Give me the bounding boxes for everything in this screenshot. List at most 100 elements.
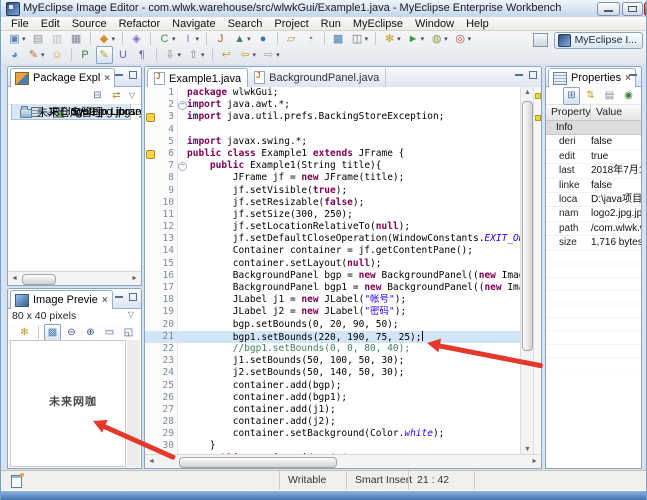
menu-item-myeclipse[interactable]: MyEclipse: [347, 18, 409, 30]
menu-item-edit[interactable]: Edit: [35, 18, 66, 30]
code-line[interactable]: 26 container.add(bgp1);: [145, 392, 541, 404]
search-key-icon[interactable]: P: [77, 46, 94, 64]
code-editor[interactable]: 1package wlwkGui;2−import java.awt.*;3im…: [145, 87, 541, 455]
code-line[interactable]: 28 container.add(j2);: [145, 416, 541, 428]
code-line[interactable]: 15 container.setLayout(null);: [145, 258, 541, 270]
run-coverage-icon[interactable]: ◍▾: [428, 30, 450, 48]
warning-mark[interactable]: [535, 115, 541, 121]
show-advanced-properties-icon[interactable]: ⇅: [582, 87, 599, 105]
next-annotation-icon[interactable]: ⇩▾: [162, 46, 184, 64]
view-menu-icon[interactable]: ▽: [128, 310, 134, 324]
dropdown-caret-icon[interactable]: ▾: [22, 35, 26, 43]
open-perspective-icon[interactable]: [533, 33, 548, 47]
app-server-icon[interactable]: ▲▾: [231, 30, 253, 48]
open-type-icon[interactable]: ◈: [128, 30, 145, 48]
dropdown-caret-icon[interactable]: ▾: [172, 35, 176, 43]
dropdown-caret-icon[interactable]: ▾: [365, 35, 369, 43]
menu-item-search[interactable]: Search: [222, 18, 269, 30]
dropdown-caret-icon[interactable]: ▾: [253, 51, 257, 59]
minimize-button[interactable]: [597, 2, 620, 16]
new-java-project-icon[interactable]: ◆▾: [96, 30, 118, 48]
new-class-icon[interactable]: C▾: [156, 30, 178, 48]
scroll-left-icon[interactable]: ◄: [148, 458, 155, 465]
dropdown-caret-icon[interactable]: ▾: [421, 35, 425, 43]
property-category-row[interactable]: Info: [546, 121, 641, 135]
code-line[interactable]: 7− public Example1(String title){: [145, 160, 541, 172]
maximize-panel-button[interactable]: [527, 70, 539, 81]
fit-to-window-icon[interactable]: ◱: [120, 324, 137, 342]
property-row[interactable]: size1,716 bytes: [546, 236, 641, 250]
annotation-icon[interactable]: ☺: [49, 46, 66, 64]
code-line[interactable]: 19 JLabel j2 = new JLabel("密码");: [145, 306, 541, 318]
package-explorer-hscrollbar[interactable]: ◄ ►: [8, 271, 141, 285]
code-line[interactable]: 27 container.add(j1);: [145, 404, 541, 416]
dropdown-caret-icon[interactable]: ▾: [247, 35, 251, 43]
code-line[interactable]: 30 }: [145, 440, 541, 452]
run-icon[interactable]: ►▾: [405, 30, 427, 48]
minimize-panel-button[interactable]: [627, 70, 639, 81]
maximize-button[interactable]: [622, 2, 643, 16]
menu-item-source[interactable]: Source: [66, 18, 113, 30]
warning-icon[interactable]: [146, 150, 155, 159]
editor-vscrollbar[interactable]: ▲ ▼: [520, 87, 534, 455]
scroll-thumb[interactable]: [522, 101, 533, 351]
web-page-icon[interactable]: ◕: [6, 46, 23, 64]
menu-item-help[interactable]: Help: [460, 18, 495, 30]
minimize-panel-button[interactable]: [113, 70, 125, 81]
code-line[interactable]: 5import javax.swing.*;: [145, 136, 541, 148]
fold-collapse-icon[interactable]: −: [178, 162, 187, 171]
code-line[interactable]: 11 jf.setSize(300, 250);: [145, 209, 541, 221]
scroll-right-icon[interactable]: ►: [131, 275, 138, 282]
warning-icon[interactable]: [146, 113, 155, 122]
menu-item-refactor[interactable]: Refactor: [113, 18, 167, 30]
code-line[interactable]: 29 container.setBackground(Color.white);: [145, 428, 541, 440]
local-history-icon[interactable]: ◔: [302, 30, 319, 48]
dropdown-caret-icon[interactable]: ▾: [41, 51, 45, 59]
fast-view-icon[interactable]: [11, 475, 22, 488]
code-line[interactable]: 13 jf.setDefaultCloseOperation(WindowCon…: [145, 233, 541, 245]
code-line[interactable]: 25 container.add(bgp);: [145, 380, 541, 392]
last-edit-location-icon[interactable]: ↩: [218, 46, 235, 64]
show-whitespace-icon[interactable]: ¶: [134, 46, 151, 64]
dropdown-caret-icon[interactable]: ▾: [468, 35, 472, 43]
editor-hscrollbar[interactable]: ◄ ►: [145, 454, 541, 468]
column-value[interactable]: Value: [591, 105, 622, 120]
code-line[interactable]: 20 bgp.setBounds(0, 20, 90, 50);: [145, 319, 541, 331]
column-property[interactable]: Property: [546, 105, 591, 120]
dropdown-caret-icon[interactable]: ▾: [178, 51, 182, 59]
show-categories-icon[interactable]: ⊞: [563, 87, 580, 105]
code-line[interactable]: 24 j2.setBounds(50, 140, 50, 30);: [145, 367, 541, 379]
minimize-panel-button[interactable]: [113, 292, 125, 303]
screen-capture-icon[interactable]: ◫▾: [349, 30, 371, 48]
restore-default-value-icon[interactable]: ▤: [601, 87, 618, 105]
print-icon[interactable]: ▦: [68, 30, 85, 48]
link-with-editor-icon[interactable]: ⇄: [108, 87, 125, 105]
code-line[interactable]: 16 BackgroundPanel bgp = new BackgroundP…: [145, 270, 541, 282]
property-row[interactable]: namlogo2.jpg.jpg: [546, 207, 641, 221]
code-line[interactable]: 14 Container container = jf.getContentPa…: [145, 245, 541, 257]
actual-size-icon[interactable]: ▭: [101, 324, 118, 342]
scroll-down-icon[interactable]: ▼: [524, 446, 531, 453]
code-line[interactable]: 2−import java.awt.*;: [145, 99, 541, 111]
tab-example1-java[interactable]: Example1.java: [147, 68, 248, 88]
dropdown-caret-icon[interactable]: ▾: [444, 35, 448, 43]
close-tab-icon[interactable]: [104, 73, 110, 84]
image-editor-icon[interactable]: ▩: [330, 30, 347, 48]
property-row[interactable]: edittrue: [546, 150, 641, 164]
new-interface-icon[interactable]: I▾: [180, 30, 202, 48]
show-selected-element-icon[interactable]: U: [115, 46, 132, 64]
show-image-icon[interactable]: ▩: [44, 324, 61, 342]
code-line[interactable]: 4: [145, 124, 541, 136]
code-line[interactable]: 18 JLabel j1 = new JLabel("帐号");: [145, 294, 541, 306]
minimize-panel-button[interactable]: [513, 70, 525, 81]
zoom-in-icon[interactable]: ⊕: [82, 324, 99, 342]
code-line[interactable]: 12 jf.setLocationRelativeTo(null);: [145, 221, 541, 233]
code-line[interactable]: 8 JFrame jf = new JFrame(title);: [145, 172, 541, 184]
perspective-button[interactable]: MyEclipse I...: [554, 32, 643, 49]
code-line[interactable]: 3import java.util.prefs.BackingStoreExce…: [145, 111, 541, 123]
scroll-thumb[interactable]: [179, 457, 337, 468]
dropdown-caret-icon[interactable]: ▾: [397, 35, 401, 43]
zoom-out-icon[interactable]: ⊖: [63, 324, 80, 342]
property-row[interactable]: last2018年7月13..: [546, 164, 641, 178]
dropdown-caret-icon[interactable]: ▾: [196, 35, 200, 43]
